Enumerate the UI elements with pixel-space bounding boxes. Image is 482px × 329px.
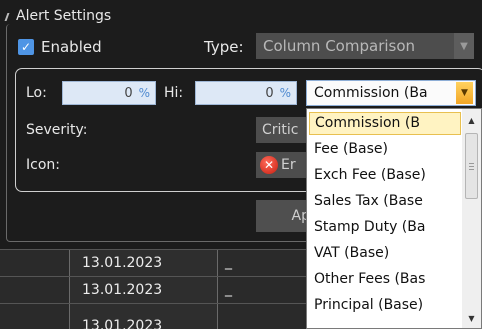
hi-input-value: 0 xyxy=(265,85,274,101)
icon-select-value: Er xyxy=(281,157,296,173)
dropdown-scrollbar[interactable]: ▲ ▼ xyxy=(462,109,481,328)
severity-select-value: Critic xyxy=(262,122,299,138)
dropdown-option[interactable]: Other Fees (Bas xyxy=(309,268,461,291)
scroll-up-icon[interactable]: ▲ xyxy=(462,111,481,129)
dropdown-option[interactable]: VAT (Base) xyxy=(309,242,461,265)
lo-input-value: 0 xyxy=(124,85,133,101)
scroll-down-icon[interactable]: ▼ xyxy=(462,309,481,327)
grip-icon xyxy=(469,162,474,170)
column-dropdown-list[interactable]: Commission (B Fee (Base) Exch Fee (Base)… xyxy=(306,108,482,329)
dropdown-option[interactable]: Stamp Duty (Ba xyxy=(309,216,461,239)
dropdown-option[interactable]: Sales Tax (Base xyxy=(309,190,461,213)
column-select-value: Commission (Ba xyxy=(314,85,428,101)
hi-percent-unit: % xyxy=(279,86,291,100)
group-collapse-icon xyxy=(4,13,14,21)
group-title-text: Alert Settings xyxy=(16,8,112,24)
severity-label: Severity: xyxy=(26,122,88,138)
chevron-down-icon[interactable]: ▼ xyxy=(454,33,474,59)
hi-label: Hi: xyxy=(164,85,184,101)
table-cell-value xyxy=(218,304,308,329)
type-label: Type: xyxy=(204,38,244,56)
type-select[interactable]: Column Comparison ▼ xyxy=(256,33,474,59)
dropdown-option[interactable]: Principal (Base) xyxy=(309,294,461,317)
table-cell-value: _ xyxy=(218,250,308,276)
table-cell xyxy=(0,277,69,303)
enabled-checkbox[interactable]: ✓ xyxy=(18,39,34,55)
alert-settings-panel: Alert Settings ✓ Enabled Type: Column Co… xyxy=(0,0,482,329)
lo-percent-unit: % xyxy=(138,86,150,100)
checkmark-icon: ✓ xyxy=(20,40,32,54)
table-cell xyxy=(0,250,69,276)
alert-settings-title: Alert Settings xyxy=(4,8,112,24)
chevron-down-icon[interactable]: ▼ xyxy=(456,82,473,104)
table-cell-value: _ xyxy=(218,277,308,303)
dropdown-option[interactable]: Exch Fee (Base) xyxy=(309,164,461,187)
scrollbar-thumb[interactable] xyxy=(465,133,478,199)
table-cell-date: 13.01.2023 xyxy=(69,304,218,329)
enabled-checkbox-row[interactable]: ✓ Enabled xyxy=(18,38,102,56)
enabled-label: Enabled xyxy=(41,38,102,56)
lo-label: Lo: xyxy=(26,85,47,101)
dropdown-option[interactable]: Fee (Base) xyxy=(309,138,461,161)
column-select[interactable]: Commission (Ba ▼ xyxy=(306,80,476,106)
hi-input[interactable]: 0 % xyxy=(195,81,297,105)
table-cell-date: 13.01.2023 xyxy=(69,277,218,303)
icon-label: Icon: xyxy=(26,157,60,173)
error-icon: ✕ xyxy=(260,156,278,174)
table-cell-date: 13.01.2023 xyxy=(69,250,218,276)
lo-input[interactable]: 0 % xyxy=(62,81,156,105)
dropdown-option[interactable]: Commission (B xyxy=(309,112,461,135)
table-cell xyxy=(0,304,69,329)
type-select-value: Column Comparison xyxy=(263,37,416,55)
